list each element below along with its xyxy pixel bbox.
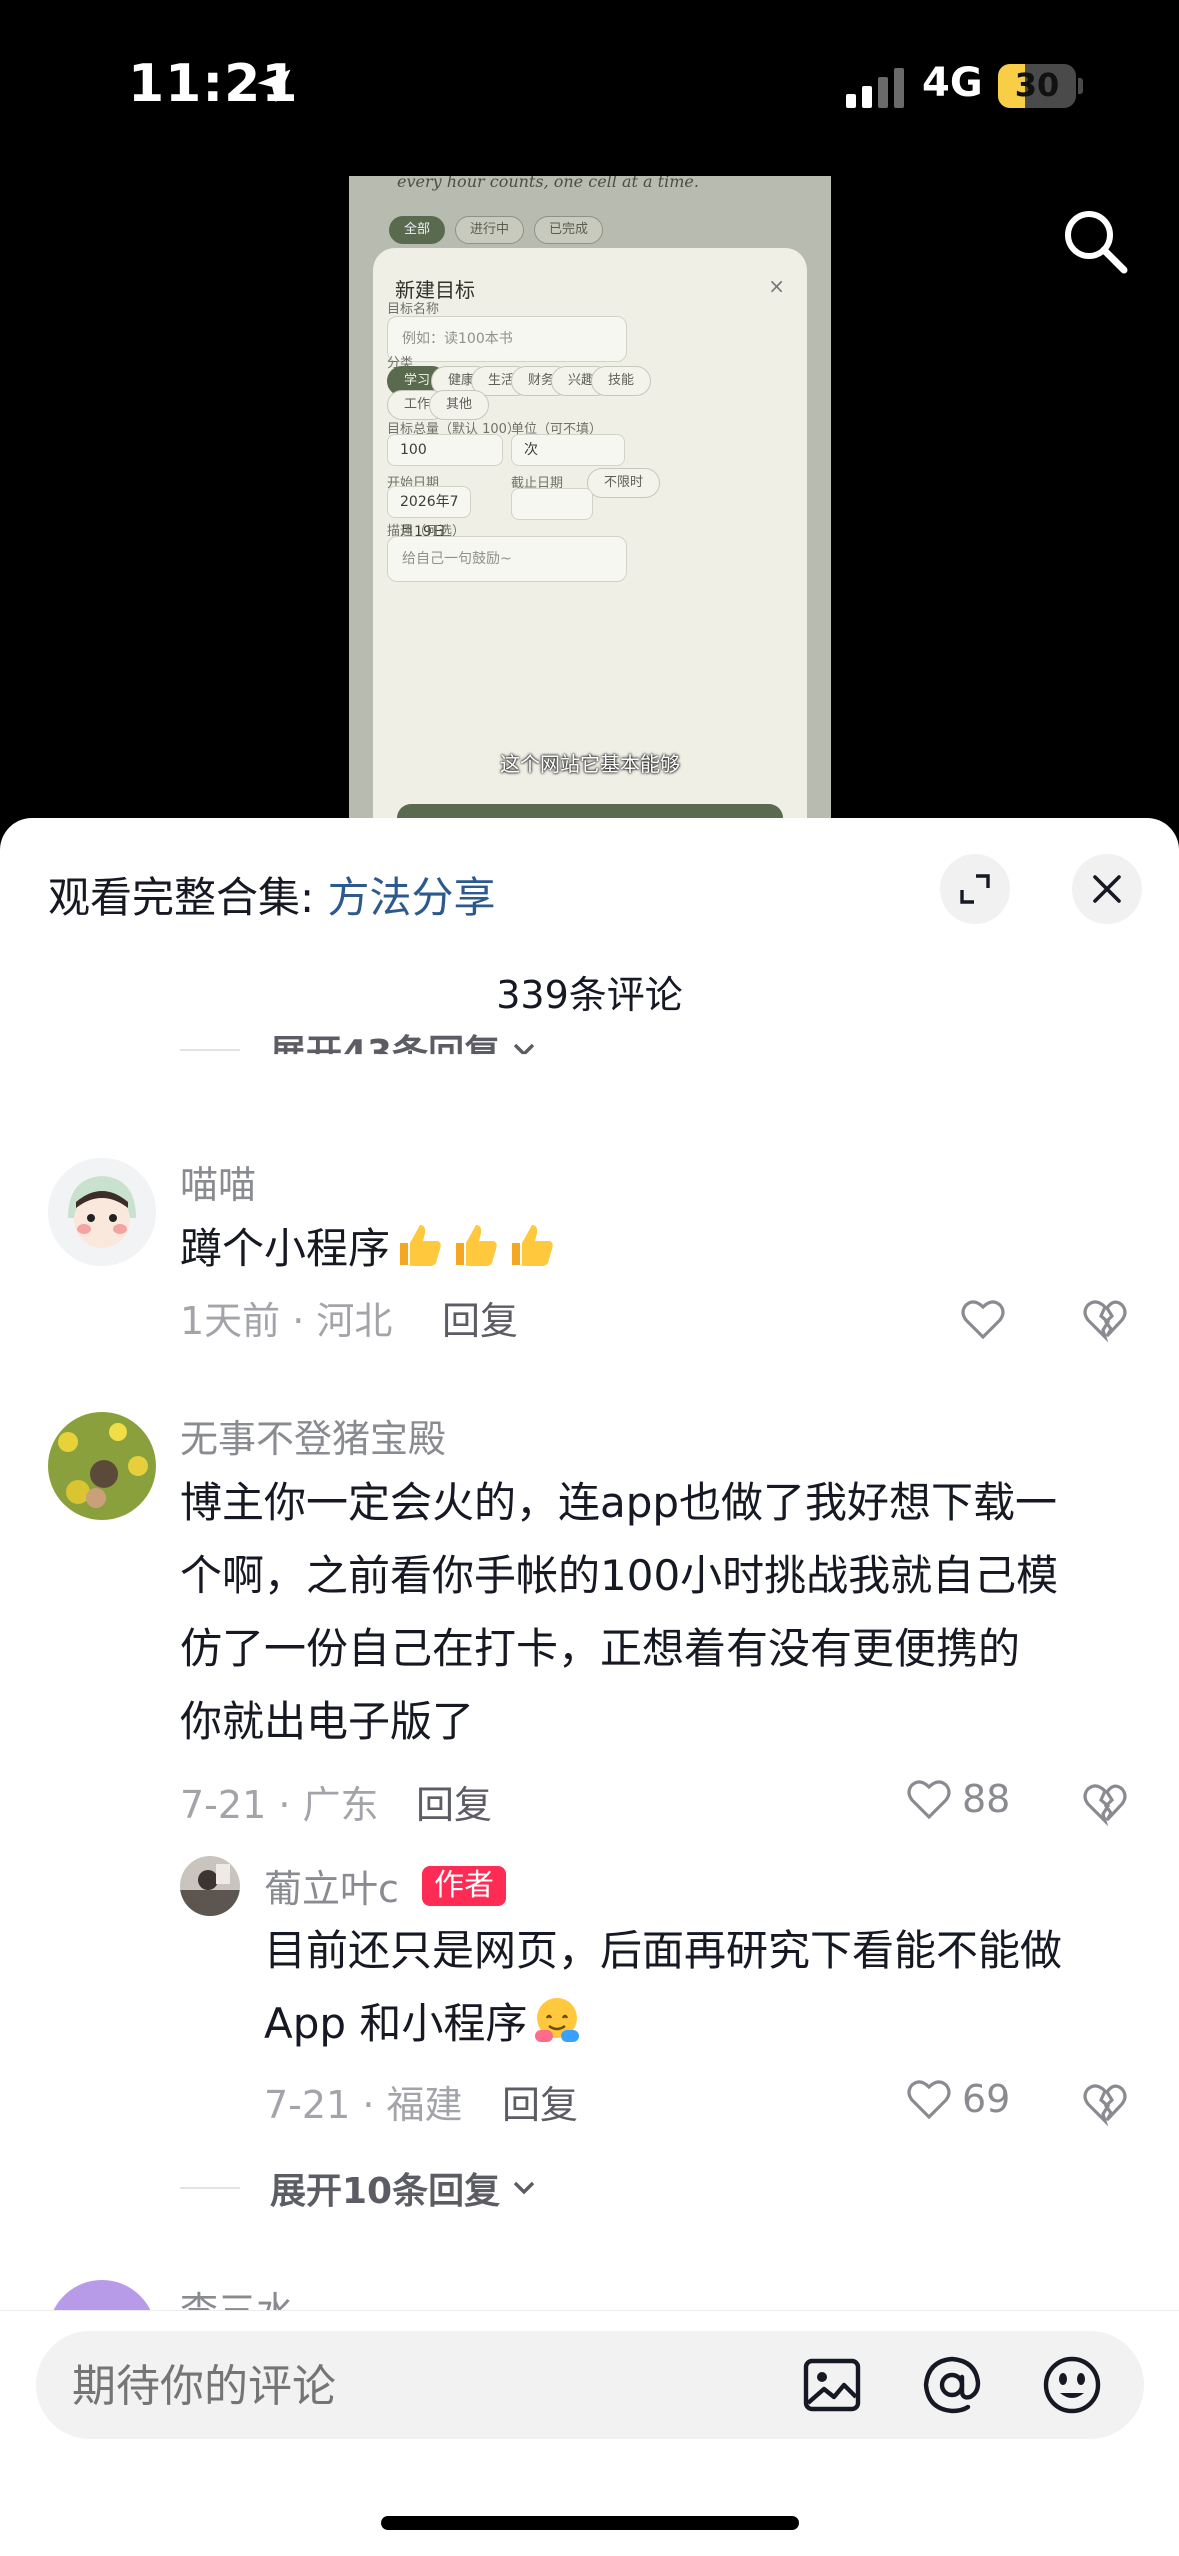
video-start-date: 2026年7月19日 bbox=[387, 486, 471, 540]
avatar[interactable] bbox=[180, 1856, 240, 1916]
collection-link[interactable]: 方法分享 bbox=[328, 873, 496, 922]
video-tab-all: 全部 bbox=[389, 216, 446, 244]
reply-button[interactable]: 回复 bbox=[442, 1290, 518, 1345]
comment-count: 339条评论 bbox=[496, 973, 683, 1017]
video-total-input: 100 bbox=[387, 434, 503, 466]
chevron-down-icon bbox=[513, 2181, 535, 2195]
comment-text: 蹲个小程序 bbox=[180, 1212, 558, 1285]
video-new-goal-modal: 新建目标 × 目标名称 例如：读100本书 分类 学习 健康 生活 财务 兴趣 … bbox=[373, 248, 807, 821]
expand-replies-button[interactable]: 展开43条回复 bbox=[180, 1024, 536, 1074]
comment-input[interactable] bbox=[72, 2361, 772, 2412]
comment-username[interactable]: 葡立叶c bbox=[264, 1858, 399, 1913]
comment-text: 目前还只是网页，后面再研究下看能不能做 App 和小程序 bbox=[264, 1914, 1144, 2060]
comment-sheet: 观看完整合集: 方法分享 339条评论 展开43条回复 喵喵 蹲个小程序 1天前… bbox=[0, 818, 1179, 2556]
battery-level: 30 bbox=[1014, 66, 1060, 104]
video-unit-select: 次 bbox=[511, 434, 625, 466]
comment-username[interactable]: 无事不登猪宝殿 bbox=[180, 1408, 446, 1463]
comment-line-with-emoji: App 和小程序 bbox=[264, 1987, 1144, 2060]
close-sheet-button[interactable] bbox=[1072, 854, 1142, 924]
expand-icon bbox=[960, 874, 990, 904]
comment-line: 目前还只是网页，后面再研究下看能不能做 bbox=[264, 1926, 1063, 1975]
thumbs-up-icon bbox=[512, 1225, 553, 1266]
video-filter-tabs: 全部 进行中 已完成 bbox=[389, 216, 604, 244]
dislike-icon[interactable] bbox=[1080, 1294, 1130, 1344]
avatar[interactable] bbox=[48, 1158, 156, 1266]
search-icon[interactable] bbox=[1058, 204, 1132, 278]
emoji-icon[interactable] bbox=[1040, 2353, 1104, 2417]
author-badge: 作者 bbox=[422, 1866, 506, 1906]
comment-line: 仿了一份自己在打卡，正想着有没有更便携的 bbox=[180, 1624, 1021, 1673]
avatar-image bbox=[48, 1158, 156, 1266]
comment-time-location: 7-21 · 福建 bbox=[264, 2083, 463, 2127]
video-name-label: 目标名称 bbox=[387, 302, 440, 317]
comment-line: App 和小程序 bbox=[264, 1999, 528, 2048]
comment-time-location: 7-21 · 广东 bbox=[180, 1783, 379, 1827]
thumbs-up-icon bbox=[400, 1225, 441, 1266]
comment-body: 蹲个小程序 bbox=[180, 1224, 391, 1273]
status-bar: 11:21 4G 30 bbox=[0, 0, 1179, 170]
video-close-icon: × bbox=[768, 274, 785, 298]
expand-replies-label: 展开10条回复 bbox=[270, 2171, 501, 2212]
video-name-input: 例如：读100本书 bbox=[387, 316, 627, 362]
video-category-tag: 技能 bbox=[591, 366, 652, 396]
like-count: 69 bbox=[962, 2077, 1011, 2121]
avatar-image bbox=[48, 1412, 156, 1520]
comment-text: 博主你一定会火的，连app也做了我好想下载一 个啊，之前看你手帐的100小时挑战… bbox=[180, 1466, 1130, 1758]
cellular-signal-icon bbox=[846, 68, 904, 108]
hugging-face-icon bbox=[535, 1998, 580, 2042]
like-button[interactable]: 69 bbox=[904, 2074, 1010, 2124]
like-icon bbox=[907, 2080, 951, 2120]
collection-prefix: 观看完整合集: bbox=[48, 873, 328, 922]
like-count: 88 bbox=[962, 1777, 1011, 1821]
comment-username[interactable]: 喵喵 bbox=[180, 1154, 256, 1209]
thumbs-up-icon bbox=[456, 1225, 497, 1266]
like-icon bbox=[907, 1780, 951, 1820]
video-no-limit-tag: 不限时 bbox=[587, 468, 661, 498]
home-indicator[interactable] bbox=[381, 2516, 799, 2530]
video-player[interactable]: every hour counts, one cell at a time. 全… bbox=[349, 176, 831, 821]
like-icon[interactable] bbox=[958, 1294, 1008, 1344]
video-end-date bbox=[511, 488, 593, 520]
dislike-icon[interactable] bbox=[1080, 2078, 1130, 2128]
mention-icon[interactable] bbox=[920, 2353, 984, 2417]
battery-icon: 30 bbox=[998, 64, 1076, 108]
comment-line: 博主你一定会火的，连app也做了我好想下载一 bbox=[180, 1478, 1058, 1527]
video-caption: 这个网站它基本能够 bbox=[500, 752, 680, 776]
network-type: 4G bbox=[922, 60, 983, 106]
expand-replies-button[interactable]: 展开10条回复 bbox=[180, 2162, 536, 2214]
comment-input-container[interactable] bbox=[36, 2331, 1144, 2439]
comment-time-location: 1天前 · 河北 bbox=[180, 1299, 393, 1343]
comment-line: 你就出电子版了 bbox=[180, 1697, 475, 1746]
video-desc-input: 给自己一句鼓励~ bbox=[387, 536, 627, 582]
chevron-down-icon bbox=[513, 1043, 535, 1055]
reply-button[interactable]: 回复 bbox=[416, 1774, 492, 1829]
expand-sheet-button[interactable] bbox=[940, 854, 1010, 924]
video-tab-done: 已完成 bbox=[534, 216, 604, 244]
collection-row[interactable]: 观看完整合集: 方法分享 bbox=[48, 864, 496, 925]
reply-button[interactable]: 回复 bbox=[502, 2074, 578, 2129]
like-button[interactable]: 88 bbox=[904, 1774, 1010, 1824]
comment-line: 个啊，之前看你手帐的100小时挑战我就自己模 bbox=[180, 1551, 1059, 1600]
video-motto: every hour counts, one cell at a time. bbox=[397, 176, 699, 191]
image-icon[interactable] bbox=[800, 2353, 864, 2417]
video-tab-active: 进行中 bbox=[455, 216, 525, 244]
dislike-icon[interactable] bbox=[1080, 1778, 1130, 1828]
avatar-image bbox=[180, 1856, 240, 1916]
video-category-tag: 其他 bbox=[429, 390, 490, 420]
location-arrow-icon bbox=[257, 69, 291, 103]
close-icon bbox=[1093, 875, 1121, 903]
expand-replies-label: 展开43条回复 bbox=[270, 1033, 501, 1074]
avatar[interactable] bbox=[48, 1412, 156, 1520]
